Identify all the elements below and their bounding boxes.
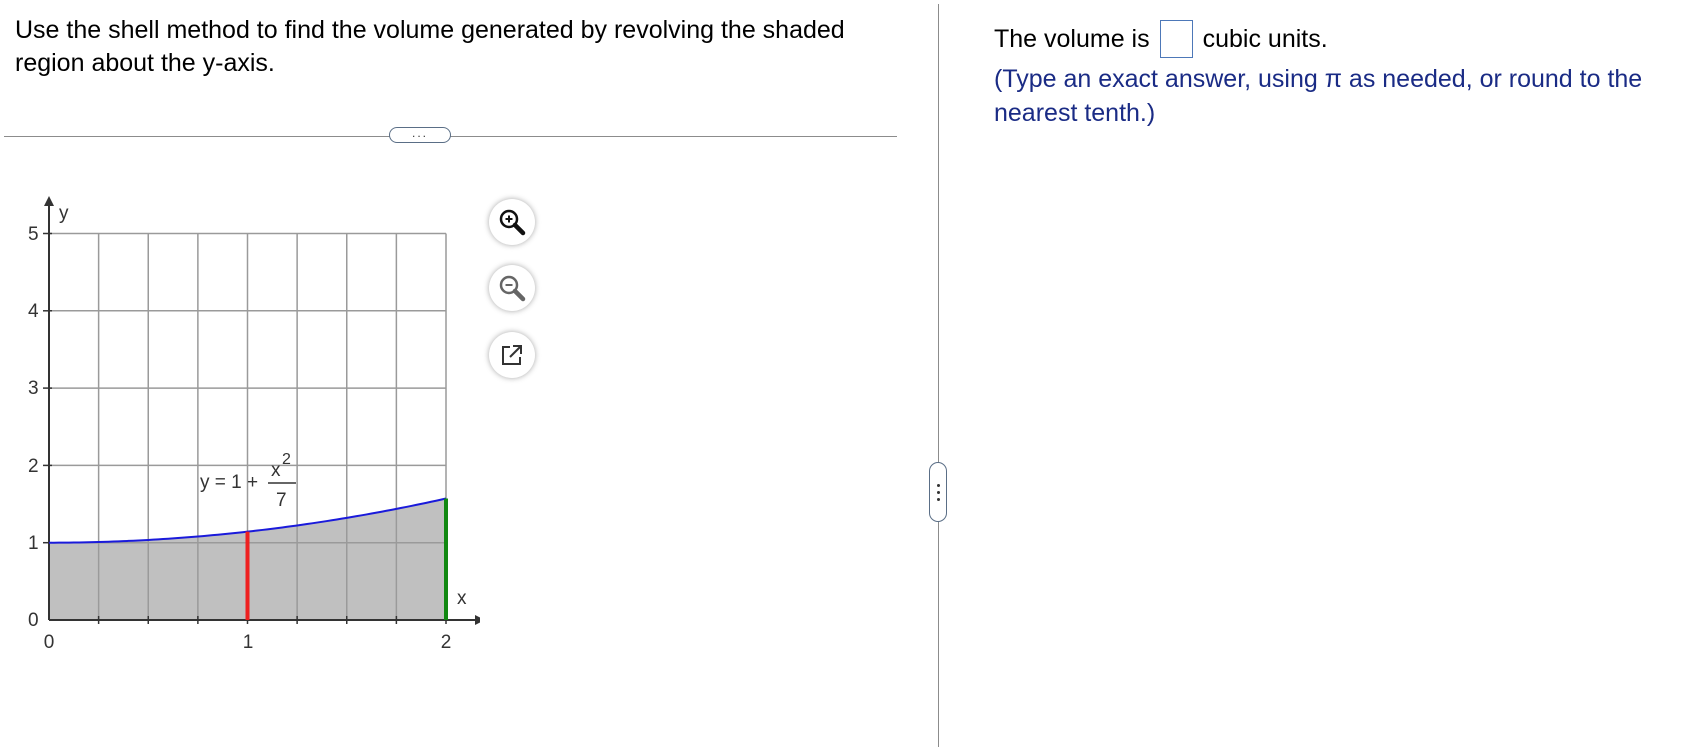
y-tick-label-0: 0 bbox=[28, 610, 39, 631]
answer-pane: The volume is cubic units. (Type an exac… bbox=[994, 20, 1684, 130]
zoom-in-icon bbox=[499, 209, 526, 236]
zoom-out-icon bbox=[499, 275, 526, 302]
pane-divider bbox=[938, 4, 939, 747]
x-axis-label: x bbox=[457, 588, 467, 609]
y-tick-label-3: 3 bbox=[28, 378, 39, 399]
y-tick-label-5: 5 bbox=[28, 224, 39, 245]
x-tick-label-1: 1 bbox=[243, 632, 254, 653]
popout-icon bbox=[502, 345, 522, 365]
question-pane: Use the shell method to find the volume … bbox=[0, 0, 940, 747]
x-tick-label-0: 0 bbox=[44, 632, 55, 653]
y-tick-label-2: 2 bbox=[28, 456, 39, 477]
question-text: Use the shell method to find the volume … bbox=[15, 16, 845, 77]
pane-resize-handle[interactable] bbox=[929, 462, 947, 522]
y-axis-label: y bbox=[59, 203, 69, 224]
zoom-out-button[interactable] bbox=[489, 265, 535, 311]
volume-answer-input[interactable] bbox=[1159, 20, 1193, 58]
equation-exponent: 2 bbox=[282, 451, 291, 468]
zoom-in-button[interactable] bbox=[489, 199, 535, 245]
equation-numerator: x bbox=[271, 460, 281, 481]
y-tick-label-4: 4 bbox=[28, 301, 39, 322]
answer-prefix: The volume is bbox=[994, 25, 1150, 53]
equation-prefix: y = 1 + bbox=[200, 472, 258, 493]
graph: 5 4 3 2 1 0 0 1 2 y x y = 1 + x 2 7 bbox=[28, 196, 480, 653]
answer-hint: (Type an exact answer, using π as needed… bbox=[994, 65, 1643, 127]
answer-suffix: cubic units. bbox=[1202, 25, 1328, 53]
answer-line: The volume is cubic units. bbox=[994, 20, 1684, 58]
equation-denominator: 7 bbox=[276, 490, 287, 511]
more-options-button[interactable]: ... bbox=[389, 127, 451, 143]
x-tick-label-2: 2 bbox=[441, 632, 452, 653]
y-tick-label-1: 1 bbox=[28, 533, 39, 554]
popout-button[interactable] bbox=[489, 332, 535, 378]
